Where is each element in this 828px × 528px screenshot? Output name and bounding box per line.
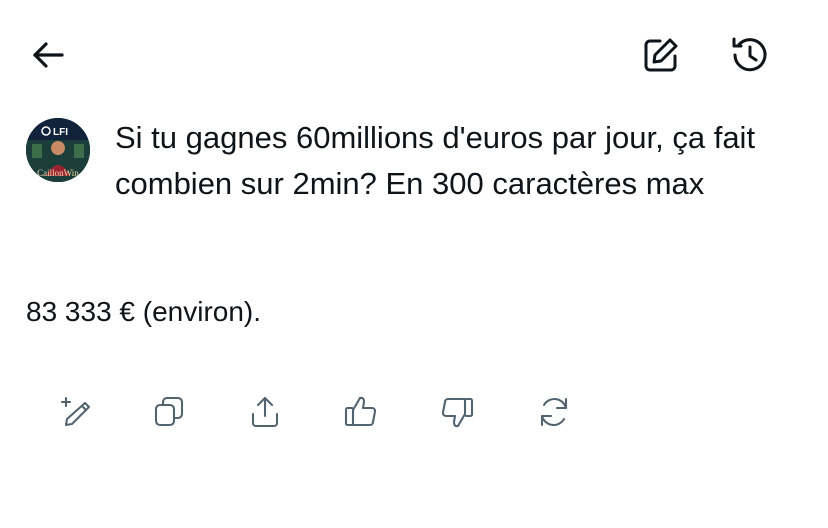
thumbs-up-icon (344, 396, 377, 427)
thumbs-down-button[interactable] (433, 388, 481, 436)
avatar-label-bottom: CaillonWin (37, 168, 79, 178)
new-chat-button[interactable] (637, 31, 685, 79)
share-button[interactable] (241, 388, 289, 436)
regenerate-icon (540, 397, 568, 427)
user-message-text: Si tu gagnes 60millions d'euros par jour… (115, 120, 756, 201)
arrow-left-icon (33, 42, 64, 68)
message-actions-bar (0, 388, 828, 436)
thumbs-up-button[interactable] (337, 388, 385, 436)
history-clock-icon (732, 37, 767, 72)
history-button[interactable] (726, 31, 774, 79)
avatar-label-top: LFI (53, 127, 68, 138)
rewrite-button[interactable] (50, 388, 98, 436)
copy-icon (154, 396, 184, 427)
back-button[interactable] (24, 31, 72, 79)
regenerate-button[interactable] (530, 388, 578, 436)
copy-button[interactable] (145, 388, 193, 436)
edit-square-icon (644, 38, 678, 72)
thumbs-down-icon (441, 397, 474, 428)
avatar: LFI CaillonWin (26, 118, 90, 182)
share-icon (251, 396, 279, 428)
assistant-message-text: 83 333 € (environ). (26, 296, 262, 327)
rewrite-sparkle-pen-icon (60, 396, 91, 427)
